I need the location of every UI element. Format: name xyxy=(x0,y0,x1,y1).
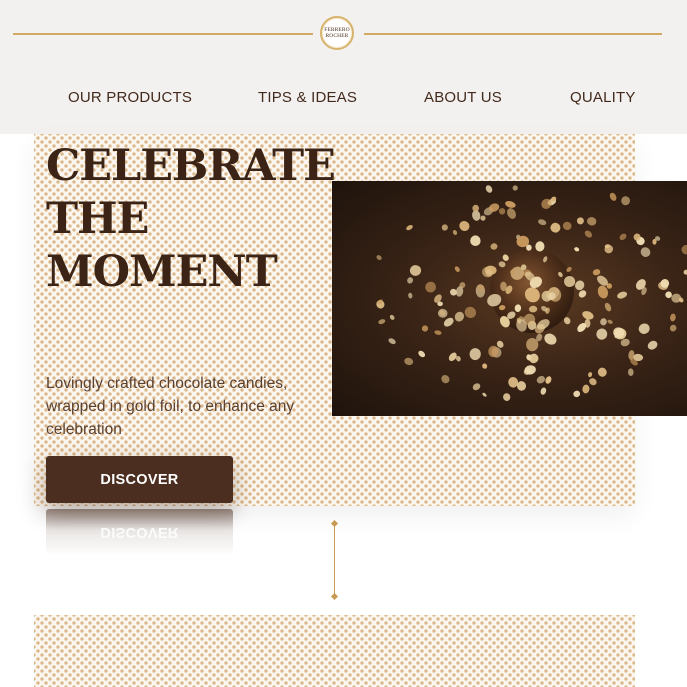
hazelnut-piece xyxy=(454,311,465,322)
discover-button[interactable]: DISCOVER xyxy=(46,456,233,503)
nav-tips-ideas[interactable]: TIPS & IDEAS xyxy=(258,89,357,106)
hazelnut-piece xyxy=(441,224,448,231)
hazelnut-piece xyxy=(617,291,628,299)
hazelnut-piece xyxy=(443,317,454,327)
hazelnut-piece xyxy=(604,302,612,312)
hazelnut-piece xyxy=(406,224,413,231)
hazelnut-piece xyxy=(545,376,552,384)
hazelnut-piece xyxy=(670,313,676,322)
header-gold-line-right xyxy=(364,33,662,35)
hazelnut-piece xyxy=(526,338,539,352)
hazelnut-piece xyxy=(638,323,650,334)
hazelnut-piece xyxy=(498,208,506,215)
hazelnut-piece xyxy=(544,333,557,345)
hazelnut-piece xyxy=(469,348,481,361)
nav-our-products[interactable]: OUR PRODUCTS xyxy=(68,89,192,106)
hazelnut-piece xyxy=(421,325,429,332)
hazelnut-piece xyxy=(490,243,498,250)
hazelnut-piece xyxy=(470,235,481,246)
hazelnut-piece xyxy=(407,277,414,284)
hazelnut-piece xyxy=(507,208,516,219)
hazelnut-piece xyxy=(528,353,539,364)
hazelnut-piece xyxy=(482,392,487,397)
hazelnut-piece xyxy=(621,196,631,206)
hazelnut-piece xyxy=(472,204,480,212)
hazelnut-piece xyxy=(576,217,584,225)
hazelnut-piece xyxy=(389,314,395,320)
hazelnut-piece xyxy=(434,330,442,335)
headline-line-3: MOMENT xyxy=(46,247,278,297)
hero-description: Lovingly crafted chocolate candies, wrap… xyxy=(46,375,295,438)
hazelnut-piece xyxy=(404,357,414,366)
hazelnut-piece xyxy=(575,280,585,291)
hazelnut-piece xyxy=(548,292,556,300)
hazelnut-piece xyxy=(464,306,477,319)
hazelnut-piece xyxy=(378,319,386,325)
hazelnut-piece xyxy=(600,318,607,326)
hazelnut-piece xyxy=(574,247,580,252)
hazelnut-piece xyxy=(582,384,590,394)
hazelnut-piece xyxy=(441,374,450,384)
ferrero-rocher-logo[interactable]: FERRERO ROCHER xyxy=(320,16,354,50)
hazelnut-piece xyxy=(409,265,422,276)
nav-about-us[interactable]: ABOUT US xyxy=(424,89,502,106)
hazelnut-piece xyxy=(472,383,481,391)
hazelnut-piece xyxy=(540,387,547,395)
hazelnut-piece xyxy=(376,255,382,261)
site-header: FERRERO ROCHER OUR PRODUCTS TIPS & IDEAS… xyxy=(0,0,687,134)
section-connector-line xyxy=(334,524,335,597)
hazelnut-piece xyxy=(582,311,594,320)
hazelnut-piece xyxy=(550,222,561,233)
hazelnut-piece xyxy=(512,185,518,191)
hazelnut-piece xyxy=(627,368,634,376)
hazelnut-piece xyxy=(408,292,413,299)
hazelnut-piece xyxy=(609,192,617,201)
nav-quality[interactable]: QUALITY xyxy=(570,89,636,106)
hazelnut-piece xyxy=(589,378,597,386)
hazelnut-piece xyxy=(592,269,601,276)
next-section-pattern-background xyxy=(34,615,635,687)
hazelnut-piece xyxy=(536,375,546,384)
connector-top-diamond xyxy=(330,519,339,528)
hazelnut-piece xyxy=(647,340,658,350)
hazelnut-piece xyxy=(588,372,593,378)
hazelnut-piece xyxy=(573,390,581,398)
hazelnut-piece xyxy=(640,247,651,257)
hazelnut-piece xyxy=(418,350,426,358)
headline-line-1: CELEBRATE xyxy=(46,141,336,191)
hazelnut-piece xyxy=(587,217,597,226)
hazelnut-piece xyxy=(538,219,547,226)
logo-text-line2: ROCHER xyxy=(325,33,349,39)
hazelnut-piece xyxy=(505,200,516,208)
hazelnut-piece xyxy=(452,230,458,235)
connector-bottom-diamond xyxy=(330,592,339,601)
hazelnut-piece xyxy=(669,324,677,332)
hazelnut-piece xyxy=(454,266,460,272)
hazelnut-piece xyxy=(459,220,470,232)
hazelnut-piece xyxy=(597,367,607,377)
hazelnut-chocolate-image xyxy=(332,181,687,416)
hazelnut-piece xyxy=(607,319,613,324)
hazelnut-piece xyxy=(619,233,627,241)
hazelnut-piece xyxy=(480,215,486,221)
hazelnut-piece xyxy=(388,338,396,345)
hero-headline: CELEBRATE THE MOMENT xyxy=(46,140,336,299)
header-gold-line-left xyxy=(13,33,313,35)
discover-button-reflection: DISCOVER xyxy=(46,509,233,556)
hazelnut-piece xyxy=(485,185,493,193)
hazelnut-piece xyxy=(596,328,608,340)
hazelnut-piece xyxy=(584,230,593,238)
headline-line-2: THE xyxy=(46,194,149,244)
hazelnut-piece xyxy=(482,363,488,369)
hazelnut-piece xyxy=(425,281,436,293)
hazelnut-piece xyxy=(683,269,687,275)
hazelnut-pieces-illustration xyxy=(376,185,687,401)
hazelnut-piece xyxy=(503,393,511,401)
hazelnut-piece xyxy=(681,244,687,255)
hazelnut-piece xyxy=(578,290,587,298)
hazelnut-piece xyxy=(562,221,572,231)
